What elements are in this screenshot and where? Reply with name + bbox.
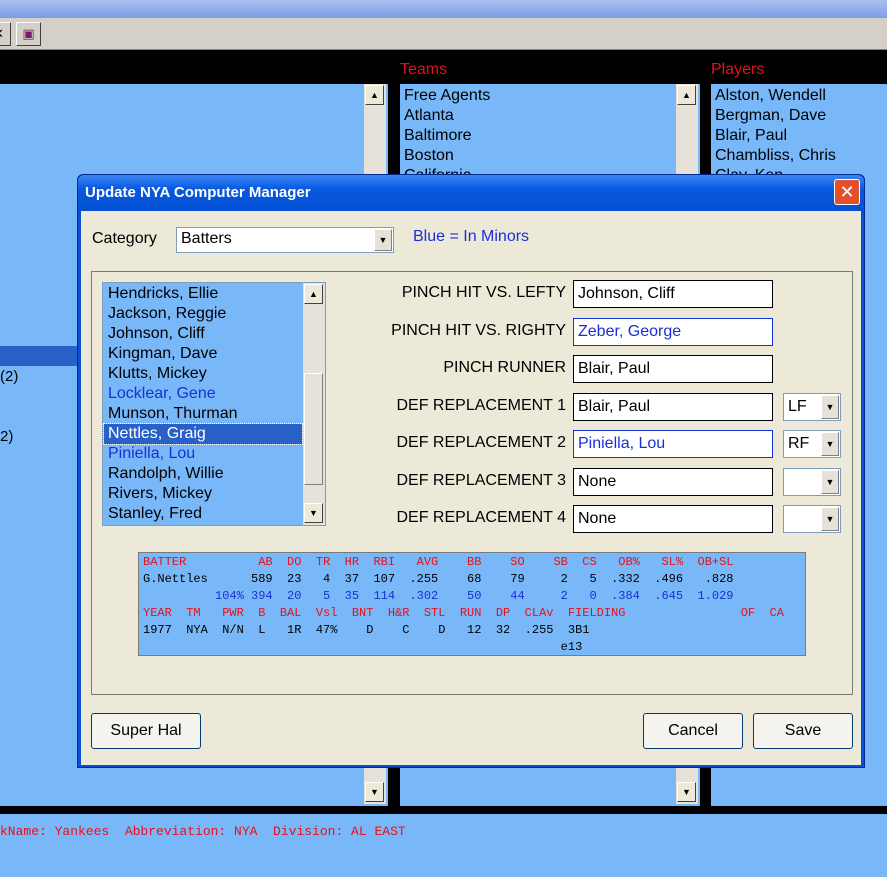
batter-list-item[interactable]: Hendricks, Ellie bbox=[104, 284, 302, 304]
position-select[interactable]: LF ▼ bbox=[783, 393, 841, 421]
scroll-down-icon[interactable]: ▼ bbox=[365, 782, 384, 802]
close-icon: ✕ bbox=[839, 182, 855, 202]
dialog-titlebar[interactable]: Update NYA Computer Manager ✕ bbox=[78, 175, 864, 211]
save-button[interactable]: Save bbox=[753, 713, 853, 749]
left-pane-fragment: 2) bbox=[0, 428, 14, 445]
field-input[interactable]: Blair, Paul bbox=[573, 393, 773, 421]
field-input[interactable]: Blair, Paul bbox=[573, 355, 773, 383]
dialog-client: Category Batters ▼ Blue = In Minors Hend… bbox=[81, 211, 861, 765]
stats-line-3: 1977 NYA N/N L 1R 47% D C D 12 32 .255 3… bbox=[143, 623, 590, 637]
players-header: Players bbox=[711, 61, 765, 78]
scroll-up-icon[interactable]: ▲ bbox=[365, 85, 384, 105]
chevron-down-icon[interactable]: ▼ bbox=[821, 432, 839, 456]
player-list-item[interactable]: Alston, Wendell bbox=[711, 86, 836, 106]
chevron-down-icon[interactable]: ▼ bbox=[374, 229, 392, 251]
chevron-down-icon[interactable]: ▼ bbox=[821, 470, 839, 494]
field-input[interactable]: Zeber, George bbox=[573, 318, 773, 346]
computer-manager-dialog: Update NYA Computer Manager ✕ Category B… bbox=[77, 174, 865, 768]
field-label: DEF REPLACEMENT 1 bbox=[396, 397, 566, 414]
stats-line-1: G.Nettles 589 23 4 37 107 .255 68 79 2 5… bbox=[143, 572, 734, 586]
chevron-down-icon[interactable]: ▼ bbox=[821, 395, 839, 419]
batter-list-item[interactable]: Munson, Thurman bbox=[104, 404, 302, 424]
dialog-close-button[interactable]: ✕ bbox=[834, 179, 860, 205]
super-hal-button[interactable]: Super Hal bbox=[91, 713, 201, 749]
category-value: Batters bbox=[181, 230, 232, 247]
batter-list-item[interactable]: Stanley, Fred bbox=[104, 504, 302, 524]
batter-list-item[interactable]: Kingman, Dave bbox=[104, 344, 302, 364]
status-bar: kName: Yankees Abbreviation: NYA Divisio… bbox=[0, 812, 887, 877]
batter-list-item[interactable]: Piniella, Lou bbox=[104, 444, 302, 464]
scroll-thumb[interactable] bbox=[304, 373, 323, 485]
book-icon: ▣ bbox=[22, 26, 35, 41]
field-input[interactable]: None bbox=[573, 468, 773, 496]
field-label: PINCH RUNNER bbox=[443, 359, 566, 376]
category-label: Category bbox=[92, 230, 157, 247]
dialog-title: Update NYA Computer Manager bbox=[85, 184, 311, 201]
cancel-button[interactable]: Cancel bbox=[643, 713, 743, 749]
team-list-item[interactable]: Atlanta bbox=[400, 106, 490, 126]
stats-line-4: e13 bbox=[143, 640, 583, 654]
batter-list-item[interactable]: Randolph, Willie bbox=[104, 464, 302, 484]
toolbar-book-button[interactable]: ▣ bbox=[16, 22, 41, 46]
stats-header-1: BATTER AB DO TR HR RBI AVG BB SO SB CS O… bbox=[143, 555, 734, 569]
batter-list-item[interactable]: Nettles, Graig bbox=[103, 423, 303, 445]
players-items: Alston, Wendell Bergman, Dave Blair, Paul C… bbox=[711, 86, 836, 186]
team-list-item[interactable]: Boston bbox=[400, 146, 490, 166]
minors-legend: Blue = In Minors bbox=[413, 228, 530, 245]
batter-list-item[interactable]: Johnson, Cliff bbox=[104, 324, 302, 344]
position-select[interactable]: ▼ bbox=[783, 505, 841, 533]
field-input[interactable]: None bbox=[573, 505, 773, 533]
field-label: DEF REPLACEMENT 2 bbox=[396, 434, 566, 451]
batter-list-item[interactable]: Klutts, Mickey bbox=[104, 364, 302, 384]
stats-line-2: 104% 394 20 5 35 114 .302 50 44 2 0 .384… bbox=[143, 589, 734, 603]
teams-items: Free AgentsAtlantaBaltimoreBostonCalifor… bbox=[400, 86, 490, 186]
batter-stats-panel: BATTER AB DO TR HR RBI AVG BB SO SB CS O… bbox=[138, 552, 806, 656]
status-text: kName: Yankees Abbreviation: NYA Divisio… bbox=[0, 824, 406, 839]
field-input[interactable]: Johnson, Cliff bbox=[573, 280, 773, 308]
field-label: DEF REPLACEMENT 4 bbox=[396, 509, 566, 526]
category-select[interactable]: Batters ▼ bbox=[176, 227, 394, 253]
player-list-item[interactable]: Blair, Paul bbox=[711, 126, 836, 146]
scroll-down-icon[interactable]: ▼ bbox=[304, 503, 323, 523]
close-icon: ✕ bbox=[0, 23, 10, 45]
app-top-strip bbox=[0, 0, 887, 18]
field-label: DEF REPLACEMENT 3 bbox=[396, 472, 566, 489]
scroll-up-icon[interactable]: ▲ bbox=[677, 85, 696, 105]
position-select[interactable]: RF ▼ bbox=[783, 430, 841, 458]
field-input[interactable]: Piniella, Lou bbox=[573, 430, 773, 458]
position-select[interactable]: ▼ bbox=[783, 468, 841, 496]
toolbar-close-button[interactable]: ✕ bbox=[0, 22, 11, 46]
scroll-up-icon[interactable]: ▲ bbox=[304, 284, 323, 304]
player-list-item[interactable]: Chambliss, Chris bbox=[711, 146, 836, 166]
team-list-item[interactable]: Free Agents bbox=[400, 86, 490, 106]
team-list-item[interactable]: Baltimore bbox=[400, 126, 490, 146]
position-value: LF bbox=[788, 398, 807, 415]
batter-list-item[interactable]: Jackson, Reggie bbox=[104, 304, 302, 324]
scroll-down-icon[interactable]: ▼ bbox=[677, 782, 696, 802]
stats-header-2: YEAR TM PWR B BAL Vsl BNT H&R STL RUN DP… bbox=[143, 606, 784, 620]
batter-list-item[interactable]: Rivers, Mickey bbox=[104, 484, 302, 504]
left-pane-selection bbox=[0, 346, 80, 366]
teams-header: Teams bbox=[400, 61, 448, 78]
left-pane-fragment: (2) bbox=[0, 368, 19, 385]
toolbar: ✕ ▣ bbox=[0, 18, 887, 50]
position-value: RF bbox=[788, 435, 810, 452]
batter-list-item[interactable]: Locklear, Gene bbox=[104, 384, 302, 404]
field-label: PINCH HIT VS. RIGHTY bbox=[391, 322, 566, 339]
batter-list-scrollbar[interactable]: ▲ ▼ bbox=[303, 283, 325, 525]
player-list-item[interactable]: Bergman, Dave bbox=[711, 106, 836, 126]
field-label: PINCH HIT VS. LEFTY bbox=[401, 284, 566, 301]
manager-groupbox: Hendricks, Ellie Jackson, Reggie Johnson, … bbox=[91, 271, 853, 695]
batter-list[interactable]: Hendricks, Ellie Jackson, Reggie Johnson, … bbox=[102, 282, 326, 526]
chevron-down-icon[interactable]: ▼ bbox=[821, 507, 839, 531]
